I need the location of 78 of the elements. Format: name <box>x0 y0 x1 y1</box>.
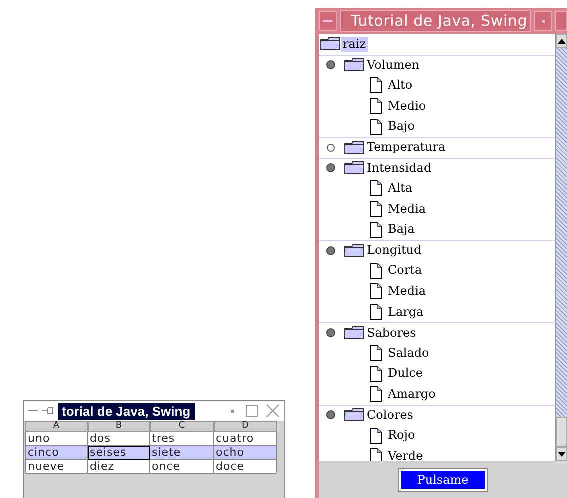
restore-button[interactable] <box>534 11 552 31</box>
scroll-up-icon[interactable] <box>558 38 566 44</box>
tree-item[interactable]: Media <box>386 284 428 299</box>
file-icon <box>370 262 382 279</box>
file-icon <box>370 428 382 444</box>
minimize-button[interactable] <box>319 11 337 31</box>
tree-item[interactable]: Salado <box>386 346 432 361</box>
tree-item[interactable]: Larga <box>386 304 426 320</box>
folder-icon <box>344 326 365 340</box>
table-cell[interactable]: seises <box>88 446 150 460</box>
file-icon <box>370 345 382 362</box>
tree-item[interactable]: Sabores <box>365 326 418 341</box>
expand-handle-icon[interactable] <box>326 246 336 256</box>
maximize-button[interactable] <box>555 11 567 31</box>
expand-handle-icon[interactable] <box>326 142 336 153</box>
expand-handle-icon[interactable] <box>326 60 336 70</box>
expand-handle-icon[interactable] <box>326 410 336 420</box>
tree-item[interactable]: Dulce <box>386 366 426 382</box>
tree-item[interactable]: Colores <box>365 408 416 423</box>
folder-icon <box>344 161 365 176</box>
pulsame-button[interactable]: Pulsame <box>399 469 487 491</box>
tree-item[interactable]: Alto <box>386 78 415 93</box>
tree-item[interactable]: Media <box>386 202 428 217</box>
tree-item[interactable]: Temperatura <box>365 140 448 156</box>
folder-icon <box>344 140 365 155</box>
restore-icon <box>542 20 544 22</box>
tree-item[interactable]: Amargo <box>386 386 438 402</box>
folder-icon <box>344 244 365 258</box>
table-cell[interactable]: uno <box>25 432 88 446</box>
tree-item[interactable]: Longitud <box>365 243 424 258</box>
tree-item[interactable]: Baja <box>386 222 417 238</box>
table-cell[interactable]: diez <box>88 460 150 474</box>
expand-handle-icon[interactable] <box>326 328 336 338</box>
scrollbar[interactable] <box>555 34 567 461</box>
table-cell[interactable]: nueve <box>25 460 88 474</box>
tree-item[interactable]: Verde <box>386 448 426 461</box>
tree-item[interactable]: Bajo <box>386 119 417 134</box>
file-icon <box>370 386 382 402</box>
table-cell[interactable]: tres <box>150 432 214 446</box>
file-icon <box>370 201 382 218</box>
file-icon <box>370 222 382 238</box>
folder-icon <box>344 58 365 72</box>
column-header[interactable]: A <box>25 421 88 432</box>
folder-icon <box>344 408 365 422</box>
table-cell[interactable]: cinco <box>25 446 88 460</box>
tree-item[interactable]: Medio <box>386 98 428 114</box>
column-header[interactable]: D <box>214 421 277 432</box>
maximize-icon[interactable] <box>246 405 258 417</box>
file-icon <box>370 304 382 320</box>
tree-item[interactable]: Rojo <box>386 428 418 444</box>
file-icon <box>370 366 382 382</box>
column-header[interactable]: C <box>150 421 214 432</box>
minimize-icon <box>323 19 333 23</box>
file-icon <box>370 283 382 300</box>
table-cell[interactable]: ocho <box>214 446 277 460</box>
file-icon <box>370 118 382 135</box>
table-cell[interactable]: once <box>150 460 214 474</box>
expand-handle-icon[interactable] <box>326 163 336 174</box>
folder-icon <box>320 37 341 52</box>
tree-item[interactable]: Volumen <box>365 58 422 73</box>
tree-item[interactable]: Corta <box>386 263 424 278</box>
scroll-thumb[interactable] <box>556 417 567 447</box>
window-title: Tutorial de Java, Swing <box>340 10 531 32</box>
file-icon <box>370 98 382 114</box>
file-icon <box>370 77 382 94</box>
tree-item[interactable]: Intensidad <box>365 160 434 176</box>
table-cell[interactable]: cuatro <box>214 432 277 446</box>
column-header[interactable]: B <box>88 421 150 432</box>
tree-item[interactable]: Alta <box>386 180 414 196</box>
close-icon[interactable] <box>266 404 280 418</box>
scroll-down-icon[interactable] <box>558 452 566 456</box>
window-title: torial de Java, Swing <box>58 402 195 420</box>
pin-icon[interactable] <box>42 406 54 416</box>
tree-item[interactable]: raiz <box>341 36 368 52</box>
file-icon <box>370 180 382 196</box>
table-cell[interactable]: dos <box>88 432 150 446</box>
table-cell[interactable]: siete <box>150 446 214 460</box>
table-cell[interactable]: doce <box>214 460 277 474</box>
